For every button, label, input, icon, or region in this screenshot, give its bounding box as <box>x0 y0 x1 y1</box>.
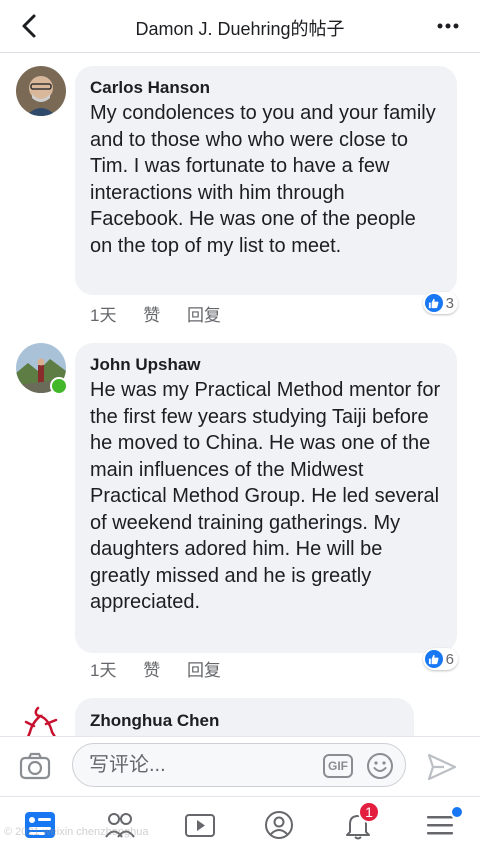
back-button[interactable] <box>16 12 44 40</box>
comment-bubble[interactable]: Carlos Hanson My condolences to you and … <box>75 66 457 295</box>
comment-actions: 1天 赞 回复 <box>90 301 243 326</box>
online-status-indicator <box>50 377 68 395</box>
comment-time: 1天 <box>90 306 117 325</box>
reaction-count: 3 <box>445 294 454 312</box>
reaction-summary[interactable]: 3 <box>422 292 458 314</box>
tab-profile[interactable] <box>259 807 299 843</box>
gif-button[interactable]: GIF <box>323 754 353 778</box>
bottom-tab-bar: 1 <box>0 796 480 854</box>
comment-text: My condolences to you and your family an… <box>90 102 436 257</box>
comment-input[interactable] <box>87 753 311 778</box>
reaction-count: 6 <box>445 650 454 668</box>
comment-item: Zhonghua Chen <box>0 698 480 736</box>
reply-link[interactable]: 回复 <box>187 661 221 680</box>
profile-icon <box>265 811 293 839</box>
reply-link[interactable]: 回复 <box>187 306 221 325</box>
send-button[interactable] <box>426 751 458 783</box>
comment-time: 1天 <box>90 661 117 680</box>
like-link[interactable]: 赞 <box>143 306 160 325</box>
tab-watch[interactable] <box>180 807 220 843</box>
comment-author[interactable]: Zhonghua Chen <box>90 711 400 731</box>
top-bar: Damon J. Duehring的帖子 <box>0 0 480 53</box>
avatar[interactable] <box>16 66 66 116</box>
send-icon <box>427 753 457 781</box>
page-title: Damon J. Duehring的帖子 <box>135 19 345 39</box>
camera-icon <box>19 752 51 780</box>
comment-bubble[interactable]: John Upshaw He was my Practical Method m… <box>75 343 457 653</box>
video-icon <box>185 814 215 837</box>
reaction-summary[interactable]: 6 <box>422 648 458 670</box>
emoji-button[interactable] <box>366 752 394 780</box>
tab-menu[interactable] <box>420 805 464 843</box>
more-options-button[interactable] <box>434 12 462 40</box>
comment-composer: GIF <box>0 736 480 797</box>
tab-notifications[interactable]: 1 <box>338 801 380 843</box>
comment-author[interactable]: John Upshaw <box>90 355 443 375</box>
camera-button[interactable] <box>18 749 52 783</box>
like-link[interactable]: 赞 <box>143 661 160 680</box>
comment-author[interactable]: Carlos Hanson <box>90 78 443 98</box>
comment-actions: 1天 赞 回复 <box>90 656 243 681</box>
thumbs-up-icon <box>424 650 443 668</box>
comment-bubble[interactable]: Zhonghua Chen <box>75 698 414 736</box>
watermark: © 2021 weixin chenzhonghua <box>4 826 149 838</box>
smiley-icon <box>367 753 393 779</box>
chevron-left-icon <box>22 14 36 38</box>
avatar[interactable] <box>16 702 66 736</box>
thumbs-up-icon <box>424 294 443 312</box>
more-horizontal-icon <box>437 23 459 29</box>
menu-update-dot <box>450 805 464 819</box>
notification-badge: 1 <box>358 801 380 823</box>
comment-input-container[interactable]: GIF <box>72 743 406 787</box>
comment-text: He was my Practical Method mentor for th… <box>90 379 441 613</box>
